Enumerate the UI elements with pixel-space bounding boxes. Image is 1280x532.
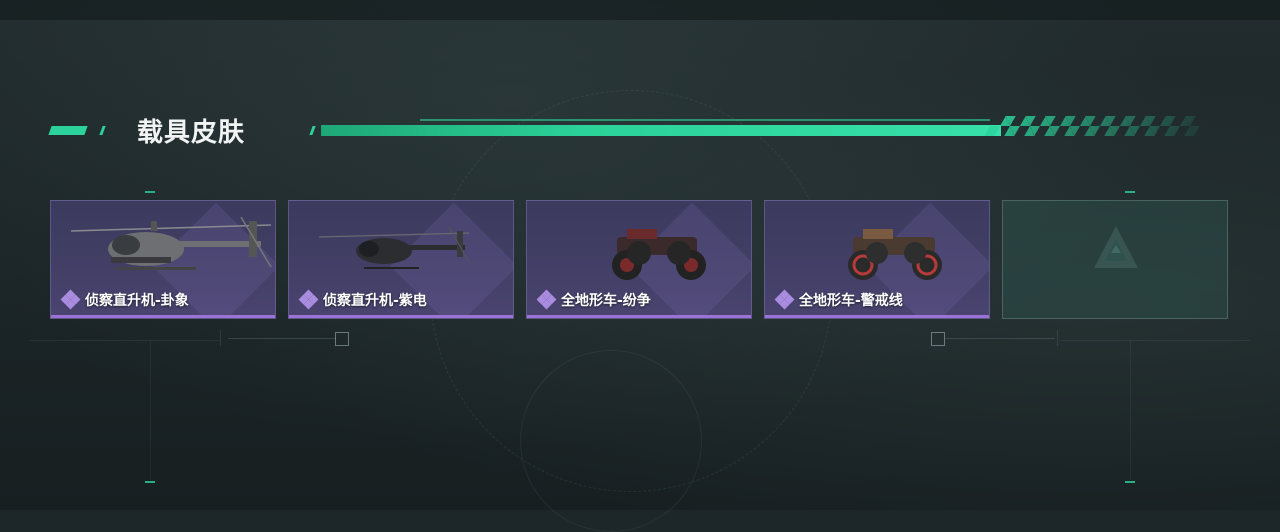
card-label: 侦察直升机-卦象 xyxy=(60,289,189,310)
card-name: 侦察直升机-卦象 xyxy=(85,293,189,309)
header-checker-pattern xyxy=(984,116,1206,136)
skin-card[interactable]: 侦察直升机-卦象 xyxy=(50,200,276,319)
skin-card[interactable]: 全地形车-纷争 xyxy=(526,200,752,319)
hud-tick xyxy=(1125,191,1135,193)
top-bar xyxy=(0,0,1280,20)
skin-card[interactable]: 全地形车-警戒线 xyxy=(764,200,990,319)
card-name: 侦察直升机-紫电 xyxy=(323,293,427,309)
hud-line xyxy=(1057,330,1058,346)
hud-line xyxy=(945,338,1055,339)
rarity-diamond-icon xyxy=(536,289,557,310)
hud-line xyxy=(1060,340,1250,341)
hud-line xyxy=(150,340,151,480)
rarity-diamond-icon xyxy=(298,289,319,310)
hud-square xyxy=(335,332,349,346)
hud-line xyxy=(220,330,221,346)
atv-icon xyxy=(848,229,942,280)
hud-line xyxy=(228,338,336,339)
hud-square xyxy=(931,332,945,346)
header-line xyxy=(420,119,990,121)
hud-tick xyxy=(145,191,155,193)
section-title: 载具皮肤 xyxy=(137,118,246,148)
helicopter-icon xyxy=(318,226,470,269)
hud-circle-inner xyxy=(520,350,702,532)
card-label: 全地形车-纷争 xyxy=(536,289,651,310)
atv-icon xyxy=(612,229,706,280)
helicopter-icon xyxy=(71,216,272,270)
header-bar xyxy=(321,125,1001,136)
card-name: 全地形车-纷争 xyxy=(561,293,651,309)
game-logo-icon xyxy=(1094,226,1138,268)
hud-tick xyxy=(1125,481,1135,483)
empty-skin-slot[interactable] xyxy=(1002,200,1228,319)
card-label: 全地形车-警戒线 xyxy=(774,289,903,310)
hud-line xyxy=(30,340,220,341)
card-name: 全地形车-警戒线 xyxy=(799,293,903,309)
rarity-diamond-icon xyxy=(60,289,81,310)
hud-line xyxy=(1130,340,1131,480)
hud-tick xyxy=(145,481,155,483)
card-label: 侦察直升机-紫电 xyxy=(298,289,427,310)
rarity-diamond-icon xyxy=(774,289,795,310)
skin-card[interactable]: 侦察直升机-紫电 xyxy=(288,200,514,319)
header-accent xyxy=(48,126,88,135)
